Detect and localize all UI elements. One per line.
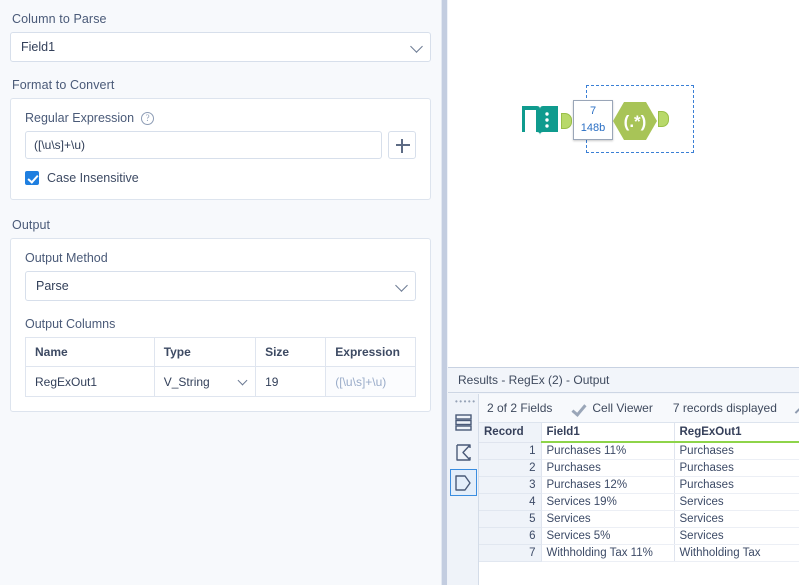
column-to-parse-select[interactable]: Field1	[10, 32, 431, 62]
data-rows-icon[interactable]	[450, 409, 477, 436]
column-header-regexout1[interactable]: RegExOut1	[674, 423, 799, 443]
cell-field1[interactable]: Purchases	[541, 459, 675, 477]
cell-record: 2	[479, 459, 542, 477]
cell-regexout1[interactable]: Services	[674, 527, 799, 545]
regular-expression-label: Regular Expression	[25, 111, 135, 125]
results-body: ••••• 2 of 2 Fields Cell Viewer 7 record…	[448, 394, 799, 585]
cell-field1[interactable]: Purchases 11%	[541, 442, 675, 460]
cell-regexout1[interactable]: Purchases	[674, 476, 799, 494]
sigma-summary-icon[interactable]	[450, 439, 477, 466]
table-row[interactable]: RegExOut1 V_String 19 ([\u\s]+\u)	[25, 366, 416, 397]
output-method-value: Parse	[36, 279, 69, 293]
output-col-name-cell[interactable]: RegExOut1	[25, 366, 155, 397]
column-to-parse-value: Field1	[21, 40, 56, 54]
regex-input-value: ([\u\s]+\u)	[34, 138, 86, 152]
output-col-header-expr: Expression	[325, 337, 416, 367]
cell-field1[interactable]: Withholding Tax 11%	[541, 544, 675, 562]
rail-drag-handle[interactable]: •••••	[455, 398, 475, 406]
cell-regexout1[interactable]: Services	[674, 493, 799, 511]
table-row[interactable]: 4 Services 19% Services	[479, 493, 799, 511]
table-row[interactable]: 2 Purchases Purchases	[479, 459, 799, 477]
results-grid: Record Field1 RegExOut1 1 Purchases 11% …	[479, 423, 799, 562]
results-icon-rail: •••••	[448, 394, 479, 585]
tooltip-size: 148b	[580, 122, 606, 134]
case-insensitive-row[interactable]: Case Insensitive	[25, 171, 416, 185]
table-row[interactable]: 3 Purchases 12% Purchases	[479, 476, 799, 494]
output-group: Output Method Parse Output Columns Name …	[10, 238, 431, 412]
table-row[interactable]: 7 Withholding Tax 11% Withholding Tax	[479, 544, 799, 562]
records-displayed-label: 7 records displayed	[672, 401, 777, 415]
cell-regexout1[interactable]: Purchases	[674, 459, 799, 477]
case-insensitive-label: Case Insensitive	[47, 171, 139, 185]
output-method-label-row: Output Method	[25, 251, 416, 265]
table-row[interactable]: 6 Services 5% Services	[479, 527, 799, 545]
tooltip-record-count: 7	[589, 105, 597, 117]
svg-text:(.*): (.*)	[624, 112, 647, 131]
regex-input[interactable]: ([\u\s]+\u)	[25, 131, 382, 159]
cell-regexout1[interactable]: Services	[674, 510, 799, 528]
output-col-expression-cell: ([\u\s]+\u)	[325, 366, 416, 397]
output-columns-label: Output Columns	[25, 317, 116, 331]
regular-expression-label-row: Regular Expression ?	[25, 111, 416, 125]
table-row[interactable]: 1 Purchases 11% Purchases	[479, 442, 799, 460]
table-row[interactable]: 5 Services Services	[479, 510, 799, 528]
column-header-record[interactable]: Record	[479, 423, 542, 443]
record-count-tooltip: 7 148b	[573, 100, 613, 140]
output-col-type-value: V_String	[163, 374, 210, 389]
results-title-bar: Results - RegEx (2) - Output	[448, 368, 799, 393]
output-label: Output	[12, 218, 51, 232]
cell-record: 6	[479, 527, 542, 545]
arrow-up-icon[interactable]	[794, 402, 799, 414]
case-insensitive-checkbox[interactable]	[25, 171, 39, 185]
chevron-down-icon	[410, 40, 423, 53]
output-columns-table: Name Type Size Expression RegExOut1 V_St…	[25, 337, 416, 397]
output-col-type-cell[interactable]: V_String	[153, 366, 257, 397]
output-method-select[interactable]: Parse	[25, 271, 416, 301]
results-toolbar: 2 of 2 Fields Cell Viewer 7 records disp…	[479, 394, 799, 423]
results-panel: Results - RegEx (2) - Output ••••• 2 of …	[448, 367, 799, 585]
regex-input-row: ([\u\s]+\u)	[25, 131, 416, 159]
input-data-book-icon[interactable]	[518, 99, 562, 143]
output-method-label: Output Method	[25, 251, 108, 265]
cell-viewer-label[interactable]: Cell Viewer	[592, 401, 652, 415]
cell-record: 4	[479, 493, 542, 511]
output-col-header-type: Type	[153, 337, 257, 367]
workflow-canvas[interactable]: 7 148b (.*)	[448, 0, 799, 367]
format-to-convert-label: Format to Convert	[12, 78, 115, 92]
column-to-parse-label: Column to Parse	[12, 12, 107, 26]
output-anchor-icon[interactable]	[449, 469, 477, 496]
cell-field1[interactable]: Services 5%	[541, 527, 675, 545]
results-grid-body: 1 Purchases 11% Purchases 2 Purchases Pu…	[479, 442, 799, 562]
cell-record: 7	[479, 544, 542, 562]
chevron-down-icon	[237, 375, 248, 385]
cell-field1[interactable]: Purchases 12%	[541, 476, 675, 494]
regex-tool-config-panel: Column to Parse Field1 Format to Convert…	[0, 0, 441, 585]
config-panel-scrollbar[interactable]	[442, 0, 447, 585]
regex-hexagon-icon[interactable]: (.*)	[611, 97, 659, 145]
add-expression-button[interactable]	[388, 131, 416, 159]
output-columns-label-row: Output Columns	[25, 317, 416, 331]
format-to-convert-group: Regular Expression ? ([\u\s]+\u) Case In…	[10, 98, 431, 200]
app-root: Column to Parse Field1 Format to Convert…	[0, 0, 799, 585]
column-header-field1[interactable]: Field1	[541, 423, 675, 443]
results-header-row: Record Field1 RegExOut1	[479, 423, 799, 443]
results-grid-wrapper[interactable]: Record Field1 RegExOut1 1 Purchases 11% …	[479, 423, 799, 585]
cell-record: 3	[479, 476, 542, 494]
cell-field1[interactable]: Services 19%	[541, 493, 675, 511]
output-col-header-size: Size	[255, 337, 327, 367]
output-col-size-cell[interactable]: 19	[255, 366, 327, 397]
fields-count-label[interactable]: 2 of 2 Fields	[487, 401, 552, 415]
input-output-anchor[interactable]	[561, 113, 572, 129]
cell-regexout1[interactable]: Purchases	[674, 442, 799, 460]
cell-field1[interactable]: Services	[541, 510, 675, 528]
output-col-header-name: Name	[25, 337, 155, 367]
results-title-text: Results - RegEx (2) - Output	[458, 373, 610, 387]
cell-record: 1	[479, 442, 542, 460]
cell-record: 5	[479, 510, 542, 528]
output-columns-header-row: Name Type Size Expression	[25, 337, 416, 367]
help-circle-icon[interactable]: ?	[141, 111, 155, 125]
chevron-down-icon	[395, 279, 408, 292]
cell-regexout1[interactable]: Withholding Tax	[674, 544, 799, 562]
